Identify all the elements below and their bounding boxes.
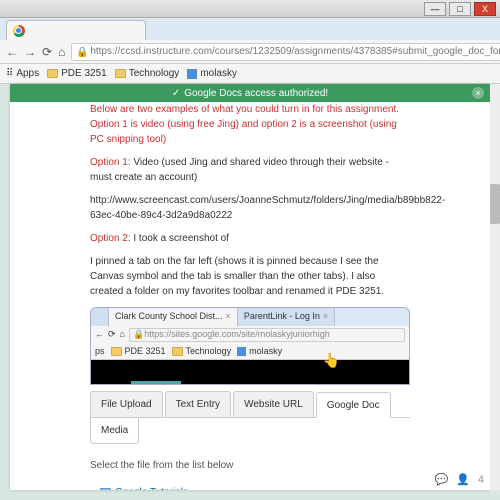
banner-close-icon[interactable]: × [472, 87, 484, 99]
lock-icon: 🔒 [76, 47, 86, 57]
nested-home-icon: ⌂ [120, 328, 125, 342]
pde-bookmark[interactable]: PDE 3251 [47, 68, 107, 79]
nested-tab-parent: ParentLink - Log In× [238, 308, 335, 326]
option1: Option 1: Video (used Jing and shared vi… [90, 155, 410, 185]
folder-icon [47, 69, 58, 78]
success-banner: ✓ Google Docs access authorized! × [10, 84, 490, 102]
folder-icon [100, 488, 111, 490]
check-icon: ✓ [172, 88, 180, 99]
nested-back-icon: ← [95, 328, 104, 342]
pinned-desc: I pinned a tab on the far left (shows it… [90, 254, 410, 299]
chrome-icon [13, 25, 25, 37]
close-window-button[interactable]: X [474, 2, 496, 16]
expand-icon: ▶ [90, 487, 96, 491]
tab-file-upload[interactable]: File Upload [90, 391, 163, 417]
banner-text: Google Docs access authorized! [184, 88, 328, 99]
intro-text: Below are two examples of what you could… [90, 102, 410, 147]
google-docs-tree: ▶Google Tutorials ▶PDE 3152 ▶PDE 3251 Go… [90, 483, 410, 490]
option2: Option 2: I took a screenshot of [90, 231, 410, 246]
molasky-bookmark[interactable]: molasky [187, 68, 237, 79]
maximize-button[interactable]: □ [449, 2, 471, 16]
chat-icon: 💬 [434, 473, 448, 486]
forward-icon[interactable]: → [24, 45, 36, 59]
user-icon: 👤 [456, 473, 470, 486]
address-bar: ← → ⟳ ⌂ 🔒 https://ccsd.instructure.com/c… [0, 40, 500, 64]
tab-google-doc[interactable]: Google Doc [316, 392, 391, 418]
active-tab[interactable] [6, 20, 146, 40]
select-file-prompt: Select the file from the list below [90, 458, 410, 473]
nested-pinned-tab [91, 308, 109, 326]
back-icon[interactable]: ← [6, 45, 18, 59]
reload-icon[interactable]: ⟳ [42, 45, 52, 59]
user-count-badge[interactable]: 💬 👤 4 [434, 473, 484, 486]
browser-tabs [0, 18, 500, 40]
site-icon [187, 69, 197, 79]
apps-bookmark[interactable]: ⠿ Apps [6, 68, 39, 79]
url-input[interactable]: 🔒 https://ccsd.instructure.com/courses/1… [71, 43, 500, 61]
nested-reload-icon: ⟳ [108, 328, 116, 342]
tech-bookmark[interactable]: Technology [115, 68, 180, 79]
minimize-button[interactable]: — [424, 2, 446, 16]
page-content: ✓ Google Docs access authorized! × Below… [10, 84, 490, 490]
screenshot-image: Clark County School Dist...× ParentLink … [90, 307, 410, 385]
url-text: https://ccsd.instructure.com/courses/123… [90, 46, 500, 57]
nested-lock-icon: 🔒 [133, 328, 144, 342]
scrollbar[interactable] [490, 84, 500, 490]
submission-tabs: File Upload Text Entry Website URL Googl… [90, 391, 410, 418]
tab-text-entry[interactable]: Text Entry [165, 391, 231, 417]
nested-bm-ps: ps [95, 345, 105, 359]
tab-website-url[interactable]: Website URL [233, 391, 314, 417]
bookmarks-bar: ⠿ Apps PDE 3251 Technology molasky [0, 64, 500, 84]
folder-icon [115, 69, 126, 78]
home-icon[interactable]: ⌂ [58, 45, 65, 59]
scroll-thumb[interactable] [490, 184, 500, 224]
tree-folder-tutorials[interactable]: ▶Google Tutorials [90, 483, 410, 490]
nested-tab-ccsd: Clark County School Dist...× [109, 308, 238, 326]
video-url: http://www.screencast.com/users/JoanneSc… [90, 193, 410, 223]
tab-media[interactable]: Media [90, 418, 139, 444]
